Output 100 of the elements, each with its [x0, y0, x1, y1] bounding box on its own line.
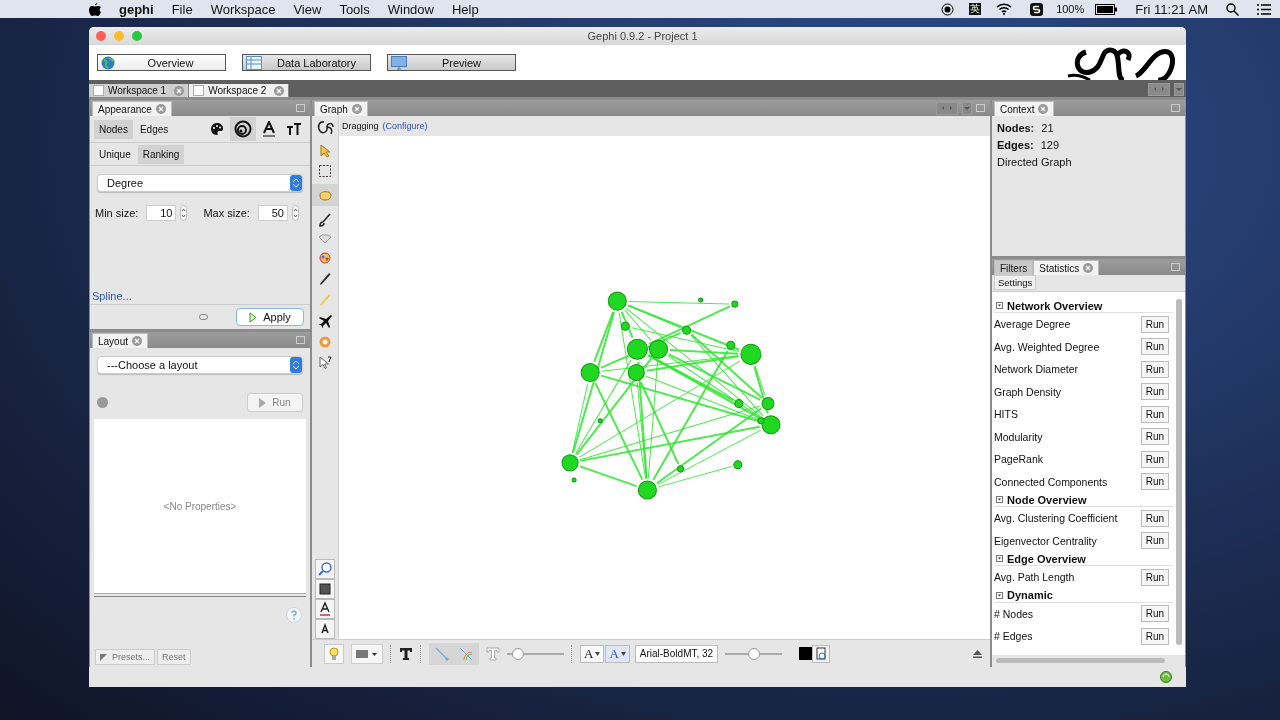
- font-button[interactable]: A: [580, 644, 605, 663]
- graph-node[interactable]: [607, 291, 627, 311]
- graph-edge[interactable]: [580, 425, 760, 462]
- collapse-toggle[interactable]: [996, 496, 1003, 503]
- graph-edge[interactable]: [624, 309, 652, 342]
- menu-item[interactable]: Window: [378, 1, 443, 17]
- sun-icon[interactable]: [318, 335, 332, 349]
- run-button[interactable]: Run: [1141, 450, 1169, 468]
- menu-item[interactable]: Help: [443, 1, 488, 17]
- run-button[interactable]: Run: [1141, 627, 1169, 645]
- tab-scroll-arrows-icon[interactable]: [936, 102, 958, 115]
- menu-item[interactable]: View: [284, 1, 331, 17]
- panel-tab[interactable]: Statistics: [1033, 260, 1100, 275]
- airplane-icon[interactable]: [318, 314, 332, 328]
- minimize-panel-button[interactable]: [296, 336, 305, 344]
- wifi-icon[interactable]: [996, 3, 1013, 15]
- graph-node[interactable]: [757, 417, 765, 425]
- configure-link[interactable]: (Configure): [382, 121, 428, 131]
- min-size-field[interactable]: 10: [146, 205, 177, 221]
- menu-item[interactable]: Tools: [330, 1, 379, 17]
- graph-edge[interactable]: [579, 405, 761, 461]
- graph-node[interactable]: [740, 343, 762, 365]
- close-icon[interactable]: [132, 336, 143, 346]
- graph-edge[interactable]: [753, 366, 769, 414]
- run-button[interactable]: Run: [1141, 360, 1169, 378]
- graph-edge[interactable]: [652, 350, 729, 481]
- eject-icon[interactable]: [973, 649, 982, 658]
- presets-button[interactable]: Presets...: [95, 649, 155, 665]
- minimize-button[interactable]: [114, 31, 124, 41]
- battery-icon[interactable]: [1095, 3, 1118, 15]
- workspace-tab[interactable]: Workspace 1: [89, 84, 190, 97]
- graph-edge[interactable]: [656, 407, 762, 485]
- graph-edge[interactable]: [668, 353, 761, 401]
- collapse-toggle[interactable]: [996, 555, 1003, 562]
- settings-icon[interactable]: [812, 644, 831, 663]
- graph-node[interactable]: [571, 477, 577, 483]
- graph-edge[interactable]: [579, 465, 637, 488]
- size-icon[interactable]: [230, 117, 256, 141]
- panel-tab[interactable]: Filters: [994, 260, 1034, 275]
- mode-tab[interactable]: Unique: [94, 144, 136, 164]
- panel-tab[interactable]: Layout: [92, 333, 149, 348]
- graph-edge[interactable]: [620, 311, 634, 339]
- run-button[interactable]: Run: [1141, 315, 1169, 333]
- graph-edge[interactable]: [627, 304, 740, 351]
- collapse-toggle[interactable]: [996, 302, 1003, 309]
- slider-thumb[interactable]: [747, 647, 760, 660]
- graph-edge[interactable]: [648, 305, 731, 345]
- settings-button[interactable]: Settings: [994, 275, 1037, 290]
- graph-node[interactable]: [726, 340, 736, 350]
- run-button[interactable]: Run: [1141, 428, 1169, 446]
- list-icon[interactable]: [1257, 3, 1271, 15]
- maximize-button[interactable]: [132, 31, 142, 41]
- run-button[interactable]: Run: [1141, 338, 1169, 356]
- close-icon[interactable]: [274, 85, 285, 96]
- font-color-icon[interactable]: [315, 599, 335, 619]
- attribute-dropdown[interactable]: Degree: [97, 174, 303, 192]
- dropdown-icon[interactable]: [962, 102, 972, 115]
- colored-edge-icon[interactable]: [458, 645, 474, 662]
- graph-edge[interactable]: [572, 311, 615, 453]
- run-button[interactable]: Run: [1141, 605, 1169, 623]
- font-button[interactable]: A: [605, 644, 630, 663]
- notification-icon[interactable]: [1160, 671, 1172, 683]
- graph-edge[interactable]: [657, 429, 762, 486]
- minimize-panel-button[interactable]: [1171, 104, 1180, 112]
- run-button[interactable]: Run: [1141, 509, 1169, 527]
- graph-edge[interactable]: [575, 357, 653, 456]
- pencil-icon[interactable]: [319, 272, 331, 286]
- graph-node[interactable]: [761, 415, 781, 435]
- target-tab[interactable]: Nodes: [94, 119, 133, 139]
- perspective-button[interactable]: Preview: [387, 54, 516, 71]
- graph-edge[interactable]: [754, 365, 766, 396]
- edge-icon[interactable]: [434, 645, 450, 662]
- pointer-icon[interactable]: [319, 144, 331, 158]
- bold-text-icon[interactable]: [399, 646, 413, 661]
- graph-edge[interactable]: [631, 327, 740, 353]
- minimize-panel-button[interactable]: [976, 104, 985, 112]
- graph-edge[interactable]: [618, 312, 647, 480]
- minimize-panel-button[interactable]: [1171, 263, 1180, 271]
- close-icon[interactable]: [1038, 104, 1049, 114]
- app-status-icon[interactable]: [1030, 2, 1044, 16]
- run-button[interactable]: Run: [1141, 568, 1169, 586]
- graph-node[interactable]: [637, 480, 657, 500]
- screenshot-button[interactable]: [351, 643, 383, 664]
- graph-node[interactable]: [734, 399, 744, 409]
- apply-button[interactable]: Apply: [236, 308, 304, 326]
- graph-edge[interactable]: [690, 334, 764, 417]
- graph-node[interactable]: [648, 339, 668, 359]
- square-icon[interactable]: [315, 579, 335, 599]
- graph-edge[interactable]: [636, 382, 647, 479]
- rectangle-select-icon[interactable]: [319, 165, 331, 177]
- scrollbar[interactable]: [996, 658, 1165, 663]
- size-slider[interactable]: [725, 647, 783, 660]
- graph-edge[interactable]: [627, 305, 682, 329]
- graph-edge[interactable]: [667, 355, 762, 419]
- graph-node[interactable]: [597, 418, 603, 424]
- panel-tab[interactable]: Graph: [314, 101, 368, 116]
- graph-node[interactable]: [731, 300, 739, 308]
- graph-edge[interactable]: [578, 360, 741, 458]
- graph-edge[interactable]: [600, 331, 682, 369]
- workspace-tab[interactable]: Workspace 2: [189, 84, 290, 97]
